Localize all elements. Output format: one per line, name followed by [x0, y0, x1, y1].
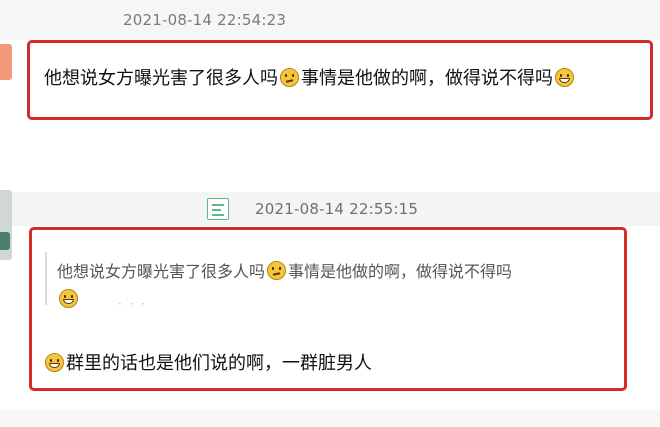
list-icon[interactable] — [207, 198, 229, 220]
reply-timestamp: 2021-08-14 22:55:15 — [255, 200, 419, 218]
top-header-strip — [0, 0, 660, 40]
bottom-strip — [0, 410, 660, 427]
avatar-detail — [0, 232, 10, 250]
highlight-box — [29, 227, 627, 391]
comment-timestamp: 2021-08-14 22:54:23 — [123, 11, 287, 29]
avatar[interactable] — [0, 44, 12, 80]
highlight-box — [27, 40, 653, 120]
